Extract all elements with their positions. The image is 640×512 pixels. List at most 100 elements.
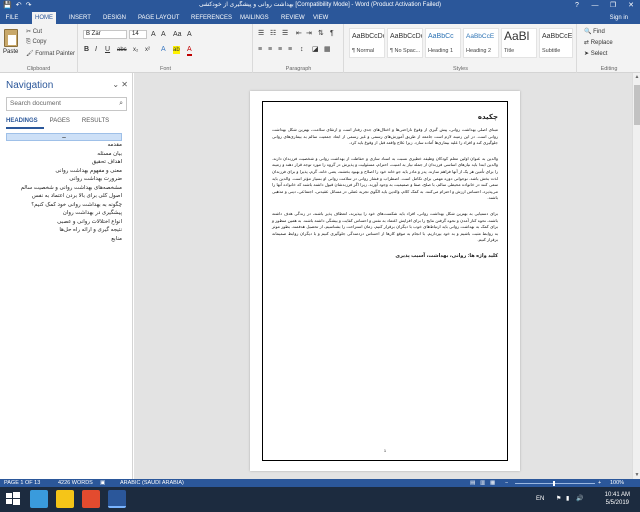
tab-insert[interactable]: INSERT	[66, 12, 94, 24]
chevron-down-icon[interactable]: ⌄	[112, 80, 119, 89]
align-right-icon[interactable]: ≡	[278, 46, 282, 54]
subscript-button[interactable]: x₂	[133, 46, 138, 54]
tab-review[interactable]: REVIEW	[278, 12, 308, 24]
selected-heading[interactable]: ــ	[6, 133, 122, 141]
underline-button[interactable]: U	[105, 46, 110, 54]
heading-item[interactable]: انواع اختلالات روانی و عصبی	[6, 218, 122, 227]
line-spacing-icon[interactable]: ↕	[300, 46, 304, 54]
style-title[interactable]: AaBl Title	[501, 28, 537, 58]
scroll-thumb[interactable]	[634, 85, 640, 125]
cut-button[interactable]: ✂ Cut	[26, 28, 42, 35]
font-size-select[interactable]: 14	[129, 30, 147, 39]
strikethrough-button[interactable]: abc	[117, 46, 127, 54]
word-count[interactable]: 4226 WORDS	[58, 479, 93, 487]
paragraph[interactable]: مبنای اصلی بهداشت روانی، پیش گیری از وقو…	[272, 127, 498, 147]
close-icon[interactable]: ✕	[121, 80, 128, 89]
select-button[interactable]: ➤ Select	[584, 50, 607, 57]
style-no-spacing[interactable]: AaBbCcDc ¶ No Spac...	[387, 28, 423, 58]
tab-results[interactable]: RESULTS	[82, 118, 115, 129]
undo-icon[interactable]: ↶	[16, 1, 22, 10]
zoom-out-icon[interactable]: −	[505, 479, 508, 487]
font-name-select[interactable]: B Zar	[83, 30, 127, 39]
tab-home[interactable]: HOME	[32, 12, 56, 24]
shading-icon[interactable]: ◪	[312, 46, 319, 54]
bold-button[interactable]: B	[84, 46, 89, 54]
text-effects-button[interactable]: A	[161, 46, 166, 54]
heading-item[interactable]: مقدمه	[6, 141, 122, 150]
keywords[interactable]: کلید واژه ها: روانی، بهداشت، آسیب پذیری	[272, 253, 498, 260]
sort-icon[interactable]: ⇅	[318, 30, 324, 38]
language-indicator[interactable]: ARABIC (SAUDI ARABIA)	[120, 479, 184, 487]
heading-item[interactable]: اهداف تحقیق	[6, 158, 122, 167]
align-left-icon[interactable]: ≡	[258, 46, 262, 54]
read-mode-icon[interactable]: ▤	[470, 479, 475, 487]
style-heading-1[interactable]: AaBbCc Heading 1	[425, 28, 461, 58]
word-taskbar-icon[interactable]	[108, 490, 126, 508]
tab-pages[interactable]: PAGES	[50, 118, 76, 129]
heading-item[interactable]: منابع	[6, 235, 122, 244]
zoom-in-icon[interactable]: +	[598, 479, 601, 487]
find-button[interactable]: 🔍 Find	[584, 28, 605, 35]
heading-item[interactable]: نتیجه گیری و ارائه راه حل‌ها	[6, 226, 122, 235]
heading-item[interactable]: چگونه به بهداشت روانی خود کمک کنیم؟	[6, 201, 122, 210]
tab-headings[interactable]: HEADINGS	[6, 118, 44, 129]
style-normal[interactable]: AaBbCcDc ¶ Normal	[349, 28, 385, 58]
font-color-button[interactable]: A	[187, 46, 192, 56]
format-painter-button[interactable]: 🖌 Format Painter	[26, 50, 75, 57]
close-button[interactable]: ✕	[622, 0, 640, 11]
volume-icon[interactable]: 🔊	[576, 487, 583, 512]
minimize-button[interactable]: —	[586, 0, 604, 11]
heading-item[interactable]: اصول کلی برای بالا بردن اعتماد به نفس	[6, 192, 122, 201]
system-clock[interactable]: 10:41 AM 5/5/2019	[605, 491, 630, 507]
heading-item[interactable]: بیان مسئله	[6, 150, 122, 159]
internet-explorer-icon[interactable]	[30, 490, 48, 508]
paragraph[interactable]: برای دستیابی به بهترین شکل بهداشت روانی،…	[272, 211, 498, 244]
tab-references[interactable]: REFERENCES	[188, 12, 235, 24]
align-center-icon[interactable]: ≡	[268, 46, 272, 54]
tab-view[interactable]: VIEW	[310, 12, 331, 24]
sign-in-link[interactable]: Sign in	[610, 12, 628, 24]
clear-formatting-button[interactable]: A	[187, 31, 192, 39]
replace-button[interactable]: ⇄ Replace	[584, 39, 613, 46]
borders-icon[interactable]: ▦	[324, 46, 331, 54]
scroll-up-icon[interactable]: ▲	[633, 74, 640, 80]
multilevel-list-icon[interactable]: ☰	[282, 30, 288, 38]
paragraph[interactable]: والدین به عنوان اولین معلم کودکان وظیفه …	[272, 156, 498, 202]
tab-design[interactable]: DESIGN	[100, 12, 129, 24]
justify-icon[interactable]: ≡	[288, 46, 292, 54]
pilcrow-icon[interactable]: ¶	[330, 30, 334, 38]
highlight-button[interactable]: ab	[173, 46, 180, 54]
start-icon[interactable]	[4, 490, 22, 508]
help-button[interactable]: ?	[568, 0, 586, 11]
tab-file[interactable]: FILE	[0, 12, 24, 24]
zoom-level[interactable]: 100%	[610, 479, 624, 487]
print-layout-icon[interactable]: ▥	[480, 479, 485, 487]
style-heading-2[interactable]: AaBbCcE Heading 2	[463, 28, 499, 58]
zoom-slider[interactable]	[515, 482, 595, 484]
language-indicator-taskbar[interactable]: EN	[536, 487, 544, 512]
increase-indent-icon[interactable]: ⇥	[306, 30, 312, 38]
save-icon[interactable]: 💾	[3, 1, 12, 10]
page-count[interactable]: PAGE 1 OF 13	[4, 479, 40, 487]
copy-button[interactable]: ⎘ Copy	[26, 39, 46, 46]
paste-icon[interactable]	[4, 29, 18, 47]
search-icon[interactable]: ⌕	[119, 98, 123, 110]
abstract-heading[interactable]: چکیده	[272, 113, 498, 121]
superscript-button[interactable]: x²	[145, 46, 150, 54]
document-area[interactable]: چکیده مبنای اصلی بهداشت روانی، پیش گیری …	[134, 73, 632, 479]
flag-icon[interactable]: ⚑	[556, 487, 561, 512]
heading-item[interactable]: معنی و مفهوم بهداشت روانی	[6, 167, 122, 176]
decrease-indent-icon[interactable]: ⇤	[296, 30, 302, 38]
tab-page-layout[interactable]: PAGE LAYOUT	[135, 12, 182, 24]
tab-mailings[interactable]: MAILINGS	[237, 12, 272, 24]
network-icon[interactable]: ▮	[566, 487, 569, 512]
media-player-icon[interactable]	[82, 490, 100, 508]
bullets-icon[interactable]: ☰	[258, 30, 264, 38]
file-explorer-icon[interactable]	[56, 490, 74, 508]
maximize-button[interactable]: ❐	[604, 0, 622, 11]
search-input[interactable]: Search document ⌕	[6, 97, 127, 111]
grow-font-button[interactable]: A	[151, 31, 156, 39]
vertical-scrollbar[interactable]: ▲ ▼	[632, 73, 640, 479]
proofing-icon[interactable]: ▣	[100, 479, 105, 487]
change-case-button[interactable]: Aa	[173, 31, 182, 39]
